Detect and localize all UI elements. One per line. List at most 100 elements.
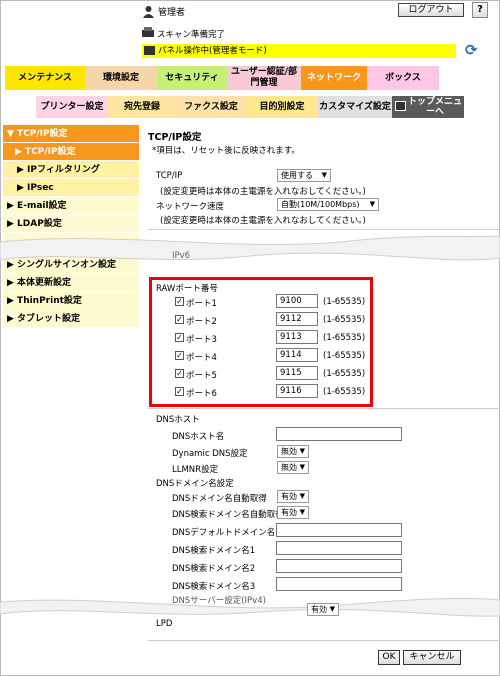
subtab-customize[interactable]: カスタマイズ設定 [318,96,392,118]
tab-security[interactable]: セキュリティ [157,66,227,90]
ipv6-partial-label: IPv6 [172,251,191,261]
dns-search3-label: DNS検索ドメイン名3 [172,582,256,592]
llmnr-label: LLMNR設定 [172,465,219,475]
port1-checkbox[interactable]: ✓ [175,297,184,306]
sidebar-item-thinprint[interactable]: ▶ ThinPrint設定 [3,292,139,310]
divider [148,640,498,641]
network-speed-label: ネットワーク速度 [156,202,225,212]
dns-search2-label: DNS検索ドメイン名2 [172,564,256,574]
tab-box[interactable]: ボックス [367,66,439,90]
sidebar-item-firmware-update[interactable]: ▶ 本体更新設定 [3,274,139,292]
port5-input[interactable]: 9115 [276,366,318,380]
dns-server-select[interactable]: 有効 ▼ [307,603,339,616]
ok-button[interactable]: OK [378,650,400,665]
port1-input[interactable]: 9100 [276,294,318,308]
dns-domain-auto-select[interactable]: 有効 ▼ [277,490,309,503]
dns-search-auto-select[interactable]: 有効 ▼ [277,506,309,519]
subtab-top-menu[interactable]: トップメニューへ [392,96,464,118]
tab-environment[interactable]: 環境設定 [85,66,157,90]
port2-range: (1-65535) [323,315,366,325]
dynamic-dns-label: Dynamic DNS設定 [172,449,248,459]
dns-search-auto-value: 有効 [281,508,297,517]
chevron-down-icon: ▼ [299,447,305,455]
port4-label: ポート4 [186,353,217,363]
llmnr-value: 無効 [281,463,297,472]
port6-checkbox[interactable]: ✓ [175,387,184,396]
chevron-down-icon: ▼ [321,171,327,179]
lpd-label: LPD [156,619,173,629]
network-speed-select[interactable]: 自動(10M/100Mbps) ▼ [277,198,379,211]
page-tear-bottom [0,597,500,617]
port2-checkbox[interactable]: ✓ [175,315,184,324]
dns-search2-input[interactable] [276,559,402,573]
sidebar-tcpip-header[interactable]: ▼ TCP/IP設定 [3,125,139,143]
dns-search-auto-label: DNS検索ドメイン名自動取得 [172,510,284,520]
dns-server-value: 有効 [311,605,327,614]
port1-range: (1-65535) [323,297,366,307]
port3-checkbox[interactable]: ✓ [175,333,184,342]
scanner-icon [142,27,154,37]
port4-checkbox[interactable]: ✓ [175,351,184,360]
port5-label: ポート5 [186,371,217,381]
port6-input[interactable]: 9116 [276,384,318,398]
page-tear-top [0,235,500,261]
panel-icon [144,46,155,55]
tcpip-restart-note: (設定変更時は本体の主電源を入れなおしてください。) [160,187,366,197]
divider [148,408,498,409]
dns-default-domain-label: DNSデフォルトドメイン名 [172,528,276,538]
dns-default-domain-input[interactable] [276,523,402,537]
user-icon [143,6,154,18]
panel-status: パネル操作中(管理者モード) [142,44,456,58]
refresh-icon[interactable]: ⟳ [465,41,478,59]
sidebar-item-ip-filtering[interactable]: ▶ IPフィルタリング [3,161,139,179]
llmnr-select[interactable]: 無効 ▼ [277,461,309,474]
tcpip-label: TCP/IP [156,171,183,181]
chevron-down-icon: ▼ [299,492,305,500]
logout-button[interactable]: ログアウト [398,3,464,17]
chevron-down-icon: ▼ [299,463,305,471]
port5-checkbox[interactable]: ✓ [175,369,184,378]
subtab-printer[interactable]: プリンター設定 [36,96,108,118]
dynamic-dns-select[interactable]: 無効 ▼ [277,445,309,458]
sidebar-item-tcpip[interactable]: ▶ TCP/IP設定 [3,143,139,161]
dns-domain-auto-value: 有効 [281,492,297,501]
chevron-down-icon: ▼ [329,605,335,613]
dns-search1-label: DNS検索ドメイン名1 [172,546,256,556]
tab-user-auth[interactable]: ユーザー認証/部門管理 [227,66,301,90]
dns-host-title: DNSホスト [156,415,200,425]
page-title: TCP/IP設定 [148,132,202,143]
dns-host-name-label: DNSホスト名 [172,432,225,442]
panel-status-text: パネル操作中(管理者モード) [158,46,267,56]
subtab-address[interactable]: 宛先登録 [108,96,176,118]
subtab-fax[interactable]: ファクス設定 [176,96,246,118]
dns-domain-auto-label: DNSドメイン名自動取得 [172,494,267,504]
divider [148,229,498,230]
sidebar-item-email[interactable]: ▶ E-mail設定 [3,197,139,215]
dns-search1-input[interactable] [276,541,402,555]
cancel-button[interactable]: キャンセル [403,650,461,665]
port5-range: (1-65535) [323,369,366,379]
top-menu-icon [395,101,406,111]
port4-input[interactable]: 9114 [276,348,318,362]
tcpip-select[interactable]: 使用する ▼ [277,169,331,182]
sidebar-item-ipsec[interactable]: ▶ IPsec [3,179,139,197]
sidebar-item-tablet[interactable]: ▶ タブレット設定 [3,310,139,328]
network-speed-restart-note: (設定変更時は本体の主電源を入れなおしてください。) [160,216,366,226]
subtab-purpose[interactable]: 目的別設定 [246,96,318,118]
dns-host-name-input[interactable] [276,427,402,441]
sidebar-item-ldap[interactable]: ▶ LDAP設定 [3,215,139,233]
dns-domain-title: DNSドメイン名設定 [156,479,234,489]
port2-input[interactable]: 9112 [276,312,318,326]
dns-search3-input[interactable] [276,577,402,591]
help-button[interactable]: ? [472,2,488,18]
chevron-down-icon: ▼ [299,508,305,516]
port3-input[interactable]: 9113 [276,330,318,344]
dynamic-dns-value: 無効 [281,447,297,456]
port3-label: ポート3 [186,335,217,345]
port2-label: ポート2 [186,317,217,327]
tab-network[interactable]: ネットワーク [301,66,367,90]
chevron-down-icon: ▼ [369,200,375,208]
tab-maintenance[interactable]: メンテナンス [5,66,85,90]
port1-label: ポート1 [186,299,217,309]
admin-label: 管理者 [158,8,186,18]
